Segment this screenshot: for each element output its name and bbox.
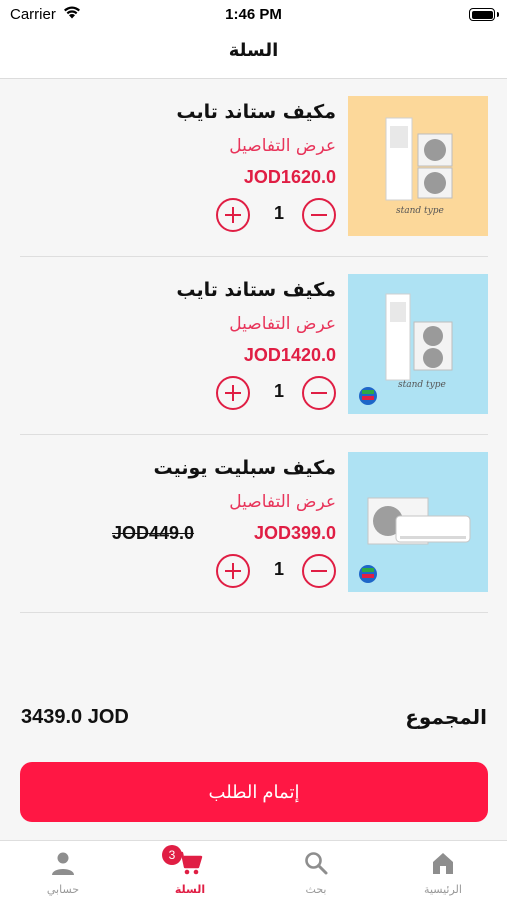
product-image[interactable] <box>348 452 488 592</box>
cart-count-badge: 3 <box>162 845 182 865</box>
product-name: مكيف ستاند تايب <box>176 101 336 123</box>
increase-quantity-button[interactable] <box>216 376 250 410</box>
tab-label: الرئيسية <box>424 883 462 896</box>
nav-bar: السلة <box>0 30 507 79</box>
product-price: JOD1420.0 <box>243 345 336 365</box>
tab-label: السلة <box>174 883 206 896</box>
view-details-link[interactable]: عرض التفاصيل <box>229 136 336 156</box>
tab-label: حسابي <box>46 883 80 896</box>
quantity-value: 1 <box>273 381 284 401</box>
quantity-value: 1 <box>273 203 284 223</box>
total-label: المجموع <box>405 705 487 729</box>
view-details-link[interactable]: عرض التفاصيل <box>229 314 336 334</box>
product-name: مكيف ستاند تايب <box>176 279 336 301</box>
battery-icon <box>469 8 499 21</box>
minus-icon <box>311 569 327 573</box>
home-icon <box>433 853 453 874</box>
decrease-quantity-button[interactable] <box>302 198 336 232</box>
decrease-quantity-button[interactable] <box>302 554 336 588</box>
increase-quantity-button[interactable] <box>216 554 250 588</box>
image-caption: stand type <box>398 380 446 390</box>
person-icon <box>52 852 74 875</box>
decrease-quantity-button[interactable] <box>302 376 336 410</box>
tab-bar: حسابي السلة بحث الرئيسية <box>0 840 507 900</box>
original-price: JOD449.0 <box>112 523 195 543</box>
tab-cart[interactable]: السلة <box>127 841 253 900</box>
quantity-value: 1 <box>273 559 284 579</box>
total-value: 3439.0 JOD <box>21 706 129 728</box>
product-image[interactable]: stand type <box>348 274 488 414</box>
product-name: مكيف سبليت يونيت <box>153 457 336 479</box>
clock: 1:46 PM <box>225 6 282 23</box>
product-price: JOD1620.0 <box>243 167 336 187</box>
checkout-button[interactable]: إتمام الطلب <box>20 762 488 822</box>
tab-account[interactable]: حسابي <box>0 841 126 900</box>
product-price: JOD399.0 <box>253 523 336 543</box>
increase-quantity-button[interactable] <box>216 198 250 232</box>
cart-item: stand type مكيف ستاند تايب عرض التفاصيل … <box>20 257 488 435</box>
minus-icon <box>311 391 327 395</box>
tab-home[interactable]: الرئيسية <box>380 841 506 900</box>
product-image[interactable]: stand type <box>348 96 488 236</box>
image-caption: stand type <box>396 206 444 216</box>
cart-item: مكيف سبليت يونيت عرض التفاصيل JOD399.0 J… <box>20 435 488 613</box>
minus-icon <box>311 213 327 217</box>
view-details-link[interactable]: عرض التفاصيل <box>229 492 336 512</box>
tab-search[interactable]: بحث <box>253 841 379 900</box>
search-icon <box>305 852 328 875</box>
cart-item: stand type مكيف ستاند تايب عرض التفاصيل … <box>20 79 488 257</box>
status-bar: Carrier 1:46 PM <box>0 0 507 30</box>
tab-label: بحث <box>305 883 327 896</box>
page-title: السلة <box>228 40 279 61</box>
